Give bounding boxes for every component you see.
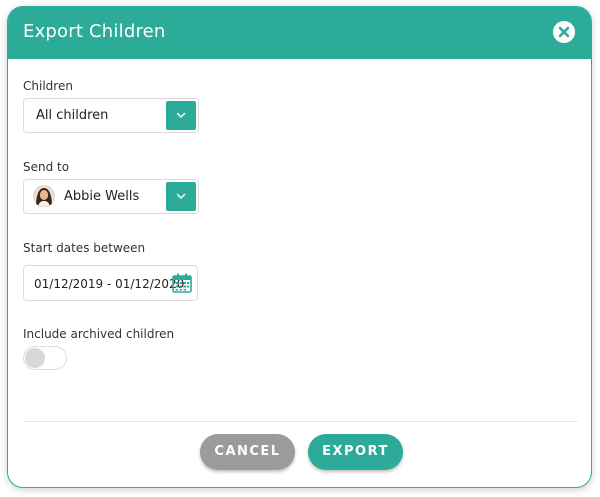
include-archived-label: Include archived children xyxy=(23,327,175,341)
send-to-select[interactable]: Abbie Wells xyxy=(23,179,199,214)
send-to-select-value: Abbie Wells xyxy=(64,189,140,204)
export-button[interactable]: EXPORT xyxy=(308,434,403,470)
toggle-knob xyxy=(25,348,45,368)
close-icon xyxy=(553,21,575,43)
children-select-toggle[interactable] xyxy=(166,101,196,130)
start-dates-input[interactable]: 01/12/2019 - 01/12/2020 xyxy=(23,265,198,301)
children-select-value: All children xyxy=(36,108,109,123)
chevron-down-icon xyxy=(176,193,186,199)
chevron-down-icon xyxy=(176,112,186,118)
avatar xyxy=(33,185,55,207)
cancel-button[interactable]: CANCEL xyxy=(200,434,295,470)
footer-divider xyxy=(23,421,578,422)
include-archived-toggle[interactable] xyxy=(23,346,67,370)
dialog-header: Export Children xyxy=(8,7,591,59)
dialog-title: Export Children xyxy=(23,21,166,42)
send-to-label: Send to xyxy=(23,160,70,174)
close-button[interactable] xyxy=(553,21,575,43)
start-dates-value: 01/12/2019 - 01/12/2020 xyxy=(34,277,185,291)
children-label: Children xyxy=(23,79,73,93)
export-children-dialog: Export Children Children All children Se… xyxy=(7,6,592,488)
children-select[interactable]: All children xyxy=(23,98,199,133)
calendar-icon[interactable] xyxy=(171,272,193,294)
send-to-select-toggle[interactable] xyxy=(166,182,196,211)
start-dates-label: Start dates between xyxy=(23,241,146,255)
